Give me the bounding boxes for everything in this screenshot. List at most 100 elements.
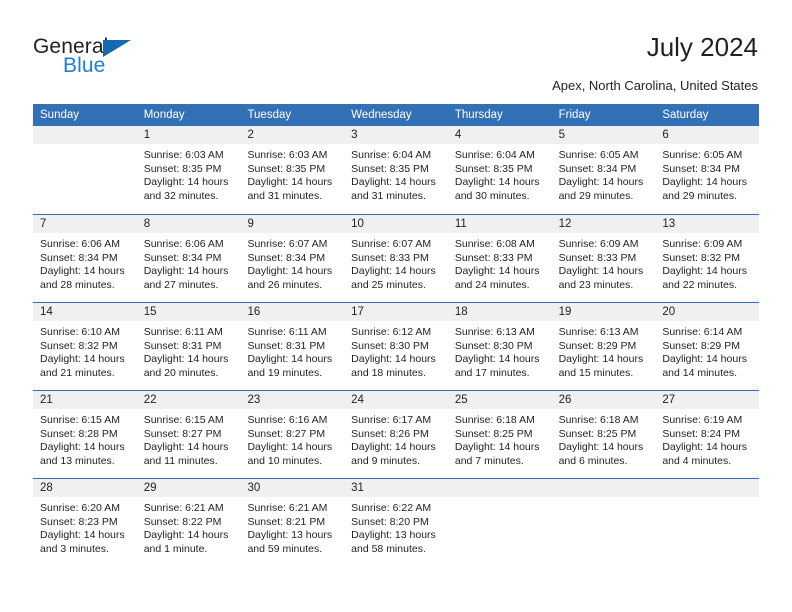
day-details: Sunrise: 6:04 AM Sunset: 8:35 PM Daylight:… (344, 144, 448, 203)
day-details: Sunrise: 6:12 AM Sunset: 8:30 PM Daylight:… (344, 321, 448, 380)
calendar-day-cell[interactable]: 14 Sunrise: 6:10 AM Sunset: 8:32 PM Dayligh… (33, 303, 137, 390)
day-number: 1 (136, 126, 241, 144)
day-details: Sunrise: 6:15 AM Sunset: 8:27 PM Daylight:… (137, 409, 241, 468)
day-number: 6 (655, 126, 760, 144)
day-details: Sunrise: 6:20 AM Sunset: 8:23 PM Daylight:… (33, 497, 137, 556)
calendar-day-cell[interactable]: 23 Sunrise: 6:16 AM Sunset: 8:27 PM Dayligh… (240, 391, 345, 478)
calendar-day-cell[interactable]: 2 Sunrise: 6:03 AM Sunset: 8:35 PM Daylight… (240, 126, 345, 214)
day-number: 21 (33, 391, 137, 409)
calendar-day-cell[interactable]: 8 Sunrise: 6:06 AM Sunset: 8:34 PM Daylight… (136, 215, 241, 302)
calendar-day-cell[interactable]: 26 Sunrise: 6:18 AM Sunset: 8:25 PM Dayligh… (551, 391, 656, 478)
calendar-day-cell-empty (655, 479, 760, 566)
calendar-day-cell[interactable]: 7 Sunrise: 6:06 AM Sunset: 8:34 PM Daylight… (33, 215, 137, 302)
day-number: 12 (551, 215, 656, 233)
page-header: General Blue July 2024 Apex, North Carol… (0, 0, 792, 100)
day-number: 17 (344, 303, 448, 321)
day-number: 5 (551, 126, 656, 144)
day-number: 29 (136, 479, 241, 497)
calendar-day-cell[interactable]: 31 Sunrise: 6:22 AM Sunset: 8:20 PM Dayligh… (344, 479, 448, 566)
sunrise-text: Sunrise: 6:18 AM (454, 414, 535, 426)
calendar-day-cell[interactable]: 21 Sunrise: 6:15 AM Sunset: 8:28 PM Dayligh… (33, 391, 137, 478)
calendar-day-cell[interactable]: 3 Sunrise: 6:04 AM Sunset: 8:35 PM Daylight… (344, 126, 448, 214)
day-details: Sunrise: 6:13 AM Sunset: 8:29 PM Daylight:… (552, 321, 656, 380)
day-details: Sunrise: 6:10 AM Sunset: 8:32 PM Daylight:… (33, 321, 137, 380)
day-number: 14 (33, 303, 137, 321)
sunrise-text: Sunrise: 6:09 AM (662, 238, 743, 250)
daylight-text: Daylight: 14 hours and 17 minutes. (454, 353, 540, 379)
sunrise-text: Sunrise: 6:15 AM (40, 414, 120, 426)
calendar-day-cell[interactable]: 4 Sunrise: 6:04 AM Sunset: 8:35 PM Daylight… (447, 126, 552, 214)
day-details: Sunrise: 6:03 AM Sunset: 8:35 PM Daylight:… (137, 144, 241, 203)
day-number: 31 (344, 479, 448, 497)
calendar-day-cell[interactable]: 29 Sunrise: 6:21 AM Sunset: 8:22 PM Dayligh… (136, 479, 241, 566)
day-details: Sunrise: 6:21 AM Sunset: 8:21 PM Daylight:… (240, 497, 344, 556)
sunset-text: Sunset: 8:27 PM (247, 427, 326, 440)
calendar-day-cell[interactable]: 6 Sunrise: 6:05 AM Sunset: 8:34 PM Daylight… (655, 126, 760, 214)
calendar-grid: Sunday Monday Tuesday Wednesday Thursday Frid… (33, 104, 760, 566)
calendar-day-cell-empty (33, 126, 137, 214)
sunrise-text: Sunrise: 6:06 AM (143, 238, 224, 250)
day-details: Sunrise: 6:11 AM Sunset: 8:31 PM Daylight:… (137, 321, 241, 380)
sunrise-text: Sunrise: 6:05 AM (558, 149, 639, 161)
calendar-weekday-header: Sunday Monday Tuesday Wednesday Thursday Frid… (33, 104, 759, 126)
calendar-day-cell[interactable]: 20 Sunrise: 6:14 AM Sunset: 8:29 PM Dayligh… (655, 303, 760, 390)
calendar-day-cell[interactable]: 1 Sunrise: 6:03 AM Sunset: 8:35 PM Daylight… (136, 126, 241, 214)
weekday-header-saturday: Saturday (662, 109, 709, 121)
calendar-day-cell[interactable]: 19 Sunrise: 6:13 AM Sunset: 8:29 PM Dayligh… (551, 303, 656, 390)
calendar-day-cell[interactable]: 24 Sunrise: 6:17 AM Sunset: 8:26 PM Dayligh… (344, 391, 448, 478)
daylight-text: Daylight: 14 hours and 31 minutes. (351, 176, 436, 202)
sunset-text: Sunset: 8:30 PM (454, 339, 533, 352)
day-number: 25 (447, 391, 552, 409)
calendar-day-cell[interactable]: 5 Sunrise: 6:05 AM Sunset: 8:34 PM Daylight… (551, 126, 656, 214)
daylight-text: Daylight: 14 hours and 7 minutes. (454, 441, 540, 467)
sunset-text: Sunset: 8:33 PM (454, 251, 533, 264)
calendar-day-cell[interactable]: 10 Sunrise: 6:07 AM Sunset: 8:33 PM Dayligh… (344, 215, 448, 302)
day-number: 11 (447, 215, 552, 233)
calendar-week-row: 28 Sunrise: 6:20 AM Sunset: 8:23 PM Dayligh… (33, 478, 760, 566)
day-number: 19 (551, 303, 656, 321)
sunrise-text: Sunrise: 6:17 AM (351, 414, 432, 426)
generalblue-logo[interactable]: General Blue (33, 36, 233, 84)
sunrise-text: Sunrise: 6:14 AM (662, 326, 743, 338)
calendar-page: General Blue July 2024 Apex, North Carol… (0, 0, 792, 612)
sunrise-text: Sunrise: 6:07 AM (351, 238, 432, 250)
day-details: Sunrise: 6:04 AM Sunset: 8:35 PM Daylight:… (448, 144, 552, 203)
day-number: 22 (136, 391, 241, 409)
sunrise-text: Sunrise: 6:03 AM (143, 149, 224, 161)
calendar-day-cell[interactable]: 13 Sunrise: 6:09 AM Sunset: 8:32 PM Dayligh… (655, 215, 760, 302)
daylight-text: Daylight: 14 hours and 21 minutes. (40, 353, 125, 379)
daylight-text: Daylight: 14 hours and 11 minutes. (143, 441, 229, 467)
calendar-day-cell[interactable]: 9 Sunrise: 6:07 AM Sunset: 8:34 PM Daylight… (240, 215, 345, 302)
day-details: Sunrise: 6:03 AM Sunset: 8:35 PM Daylight:… (240, 144, 344, 203)
daylight-text: Daylight: 14 hours and 13 minutes. (40, 441, 125, 467)
day-details: Sunrise: 6:05 AM Sunset: 8:34 PM Daylight:… (552, 144, 656, 203)
daylight-text: Daylight: 14 hours and 22 minutes. (662, 265, 747, 291)
calendar-day-cell[interactable]: 22 Sunrise: 6:15 AM Sunset: 8:27 PM Dayligh… (136, 391, 241, 478)
daylight-text: Daylight: 14 hours and 29 minutes. (558, 176, 644, 202)
calendar-day-cell[interactable]: 30 Sunrise: 6:21 AM Sunset: 8:21 PM Dayligh… (240, 479, 345, 566)
calendar-day-cell[interactable]: 11 Sunrise: 6:08 AM Sunset: 8:33 PM Dayligh… (447, 215, 552, 302)
calendar-day-cell[interactable]: 28 Sunrise: 6:20 AM Sunset: 8:23 PM Dayligh… (33, 479, 137, 566)
daylight-text: Daylight: 13 hours and 59 minutes. (247, 529, 333, 555)
calendar-day-cell[interactable]: 17 Sunrise: 6:12 AM Sunset: 8:30 PM Dayligh… (344, 303, 448, 390)
daylight-text: Daylight: 14 hours and 15 minutes. (558, 353, 644, 379)
day-details: Sunrise: 6:18 AM Sunset: 8:25 PM Daylight:… (552, 409, 656, 468)
day-details: Sunrise: 6:09 AM Sunset: 8:32 PM Daylight:… (655, 233, 759, 292)
sunrise-text: Sunrise: 6:13 AM (558, 326, 639, 338)
calendar-day-cell[interactable]: 12 Sunrise: 6:09 AM Sunset: 8:33 PM Dayligh… (551, 215, 656, 302)
daylight-text: Daylight: 14 hours and 20 minutes. (143, 353, 229, 379)
daylight-text: Daylight: 14 hours and 27 minutes. (143, 265, 229, 291)
sunrise-text: Sunrise: 6:05 AM (662, 149, 743, 161)
calendar-day-cell[interactable]: 18 Sunrise: 6:13 AM Sunset: 8:30 PM Dayligh… (447, 303, 552, 390)
sunrise-text: Sunrise: 6:08 AM (454, 238, 535, 250)
sunrise-text: Sunrise: 6:20 AM (40, 502, 120, 514)
calendar-day-cell[interactable]: 15 Sunrise: 6:11 AM Sunset: 8:31 PM Dayligh… (136, 303, 241, 390)
logo-triangle-icon (103, 40, 131, 57)
calendar-day-cell[interactable]: 27 Sunrise: 6:19 AM Sunset: 8:24 PM Dayligh… (655, 391, 760, 478)
day-details: Sunrise: 6:22 AM Sunset: 8:20 PM Daylight:… (344, 497, 448, 556)
day-number (551, 479, 656, 497)
daylight-text: Daylight: 14 hours and 23 minutes. (558, 265, 644, 291)
sunset-text: Sunset: 8:29 PM (558, 339, 637, 352)
calendar-day-cell[interactable]: 25 Sunrise: 6:18 AM Sunset: 8:25 PM Dayligh… (447, 391, 552, 478)
calendar-day-cell[interactable]: 16 Sunrise: 6:11 AM Sunset: 8:31 PM Dayligh… (240, 303, 345, 390)
